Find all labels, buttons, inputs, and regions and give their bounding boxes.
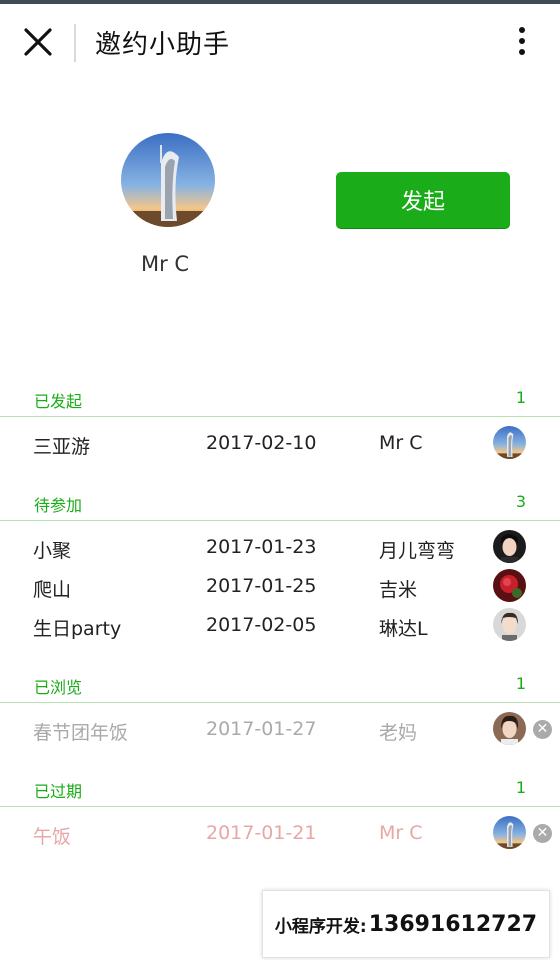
profile-name: Mr C (140, 252, 190, 276)
delete-icon[interactable]: ✕ (533, 824, 552, 843)
page-title: 邀约小助手 (95, 30, 231, 60)
developer-contact-banner: 小程序开发: 13691612727 (262, 890, 550, 958)
section-count: 1 (515, 778, 526, 797)
avatar (493, 712, 526, 745)
event-host: 老妈 (379, 722, 418, 744)
section-header: 已发起 1 (0, 380, 560, 417)
section-header: 已过期 1 (0, 770, 560, 807)
avatar (493, 530, 526, 563)
contact-label: 小程序开发: (274, 916, 367, 937)
section-count: 1 (515, 674, 526, 693)
start-invitation-button[interactable]: 发起 (336, 172, 510, 228)
invitation-row[interactable]: 爬山 2017-01-25 吉米 (0, 566, 560, 605)
event-name: 春节团年饭 (33, 722, 129, 744)
invitation-row[interactable]: 三亚游 2017-02-10 Mr C (0, 423, 560, 462)
avatar (493, 569, 526, 602)
section-expired: 已过期 1 午饭 2017-01-21 Mr C ✕ (0, 770, 560, 852)
event-host: 吉米 (379, 579, 418, 601)
event-host: Mr C (379, 432, 423, 454)
section-header: 已浏览 1 (0, 666, 560, 703)
more-menu-icon[interactable] (508, 24, 536, 64)
event-date: 2017-02-05 (206, 614, 317, 636)
section-title: 已过期 (34, 782, 83, 801)
event-host: 琳达L (379, 618, 428, 640)
event-name: 爬山 (33, 579, 72, 601)
event-date: 2017-01-21 (206, 822, 317, 844)
event-host: Mr C (379, 822, 423, 844)
section-viewed: 已浏览 1 春节团年饭 2017-01-27 老妈 ✕ (0, 666, 560, 748)
invitation-row[interactable]: 小聚 2017-01-23 月儿弯弯 (0, 527, 560, 566)
avatar (493, 608, 526, 641)
event-name: 小聚 (33, 540, 72, 562)
header-divider (74, 24, 76, 62)
event-name: 三亚游 (33, 436, 91, 458)
event-name: 午饭 (33, 826, 72, 848)
section-title: 待参加 (34, 496, 83, 515)
delete-icon[interactable]: ✕ (533, 720, 552, 739)
event-date: 2017-01-23 (206, 536, 317, 558)
section-title: 已发起 (34, 392, 83, 411)
section-count: 1 (515, 388, 526, 407)
profile-avatar (121, 133, 215, 227)
avatar (493, 816, 526, 849)
avatar (493, 426, 526, 459)
invitation-row[interactable]: 午饭 2017-01-21 Mr C ✕ (0, 813, 560, 852)
invitation-row[interactable]: 春节团年饭 2017-01-27 老妈 ✕ (0, 709, 560, 748)
event-date: 2017-01-25 (206, 575, 317, 597)
contact-phone: 13691612727 (368, 911, 538, 937)
header-bar: 邀约小助手 (0, 4, 560, 82)
section-count: 3 (515, 492, 526, 511)
event-date: 2017-02-10 (206, 432, 317, 454)
event-date: 2017-01-27 (206, 718, 317, 740)
invitation-row[interactable]: 生日party 2017-02-05 琳达L (0, 605, 560, 644)
section-title: 已浏览 (34, 678, 83, 697)
event-name: 生日party (33, 618, 122, 640)
section-pending: 待参加 3 小聚 2017-01-23 月儿弯弯 爬山 2017-01-25 吉… (0, 484, 560, 644)
event-host: 月儿弯弯 (379, 540, 456, 562)
close-icon[interactable] (18, 22, 58, 62)
section-started: 已发起 1 三亚游 2017-02-10 Mr C (0, 380, 560, 462)
section-header: 待参加 3 (0, 484, 560, 521)
